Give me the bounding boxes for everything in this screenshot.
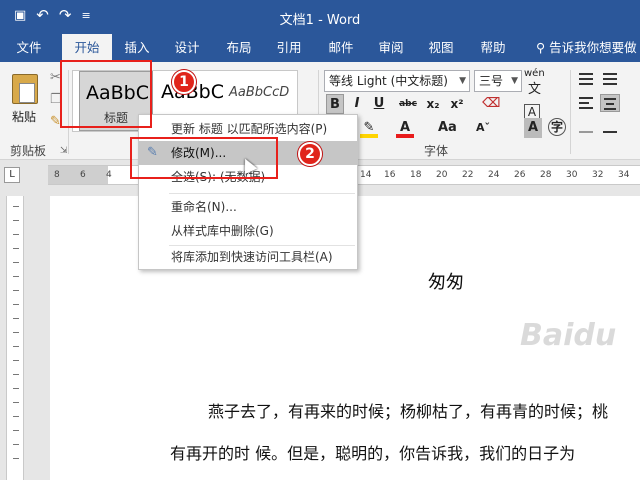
change-case-icon[interactable]: Aa [438,118,457,138]
align-center-icon[interactable] [600,94,620,112]
italic-button[interactable]: I [348,94,366,114]
font-size-value: 三号 [479,74,504,88]
numbering-icon[interactable] [600,70,620,88]
ruler-number: 30 [566,170,578,180]
menu-item-add-to-qat[interactable]: 将库添加到快速访问工具栏(A) [139,245,357,269]
font-color-icon[interactable]: A [396,118,414,138]
group-divider [570,70,571,154]
borders-icon[interactable] [600,118,620,136]
font-name-select[interactable]: 等线 Light (中文标题) ▼ [324,70,470,92]
tab-review[interactable]: 审阅 [366,34,416,62]
ribbon-tabs: 文件 开始 插入 设计 布局 引用 邮件 审阅 视图 帮助 ⚲ 告诉我你想要做 [0,34,640,62]
font-group-label: 字体 [424,144,449,158]
lightbulb-icon: ⚲ [536,40,546,55]
paste-button-label[interactable]: 粘贴 [12,108,36,125]
font-name-value: 等线 Light (中文标题) [329,74,448,88]
phonetic-guide-char: 文 [528,82,542,97]
ruler-number: 18 [410,170,422,180]
clipboard-group-label: 剪贴板 [10,144,47,158]
document-paragraph-line[interactable]: 燕子去了，有再来的时候；杨柳枯了，有再青的时候；桃 [208,398,608,422]
style-sample: AaBbCcD [229,85,290,100]
tab-view[interactable]: 视图 [416,34,466,62]
tell-me-label: 告诉我你想要做 [549,40,637,55]
ruler-number: 6 [80,170,86,180]
tab-layout[interactable]: 布局 [214,34,264,62]
title-bar: ▣ ↶ ↷ ≡ 文档1 - Word [0,0,640,34]
clipboard-launcher-icon[interactable]: ⇲ [60,146,68,156]
ruler-number: 32 [592,170,604,180]
ruler-number: 22 [462,170,474,180]
menu-separator [169,193,355,194]
tab-home[interactable]: 开始 [62,34,112,62]
underline-button[interactable]: U [370,94,388,114]
tab-mailings[interactable]: 邮件 [316,34,366,62]
document-heading[interactable]: 匆匆 [428,268,464,294]
bold-button[interactable]: B [326,94,344,114]
ruler-number: 24 [488,170,500,180]
ruler-number: 34 [618,170,630,180]
menu-item-rename[interactable]: 重命名(N)... [139,195,357,219]
bullets-icon[interactable] [576,70,596,88]
tell-me-box[interactable]: ⚲ 告诉我你想要做 [536,34,637,62]
vertical-ruler[interactable] [6,196,24,480]
menu-item-remove-from-gallery[interactable]: 从样式库中删除(G) [139,219,357,243]
ruler-number: 14 [360,170,372,180]
shading-icon[interactable] [576,118,596,136]
ruler-number: 20 [436,170,448,180]
highlight-color-icon[interactable]: ✎ [360,118,378,138]
document-paragraph-line[interactable]: 有再开的时 候。但是，聪明的，你告诉我，我们的日子为 [170,440,575,464]
tab-help[interactable]: 帮助 [468,34,518,62]
tab-insert[interactable]: 插入 [112,34,162,62]
chevron-down-icon: ▼ [459,76,466,86]
character-shading-icon[interactable]: A [524,118,542,138]
ruler-number: 4 [106,170,112,180]
annotation-badge-1: 1 [172,70,196,94]
ruler-number: 8 [54,170,60,180]
superscript-button[interactable]: x² [448,94,466,114]
ruler-number: 16 [384,170,396,180]
tab-selector[interactable]: L [4,167,20,183]
tab-file[interactable]: 文件 [4,34,54,62]
font-size-select[interactable]: 三号 ▼ [474,70,522,92]
window-title: 文档1 - Word [279,13,361,28]
watermark: Baidu [520,318,617,353]
tab-references[interactable]: 引用 [264,34,314,62]
annotation-box-1 [60,60,152,128]
ruler-number: 28 [540,170,552,180]
paste-icon[interactable] [12,74,38,104]
ruler-number: 26 [514,170,526,180]
chevron-down-icon: ▼ [511,76,518,86]
clear-formatting-icon[interactable]: ⌫ [482,94,500,114]
enclose-characters-icon[interactable]: 字 [548,118,566,136]
annotation-badge-2: 2 [298,142,322,166]
subscript-button[interactable]: x₂ [424,94,442,114]
shrink-font-icon[interactable]: Aˇ [474,118,492,138]
tab-design[interactable]: 设计 [162,34,212,62]
annotation-box-2 [130,137,278,179]
align-left-icon[interactable] [576,94,596,112]
strikethrough-button[interactable]: abc [396,94,420,114]
